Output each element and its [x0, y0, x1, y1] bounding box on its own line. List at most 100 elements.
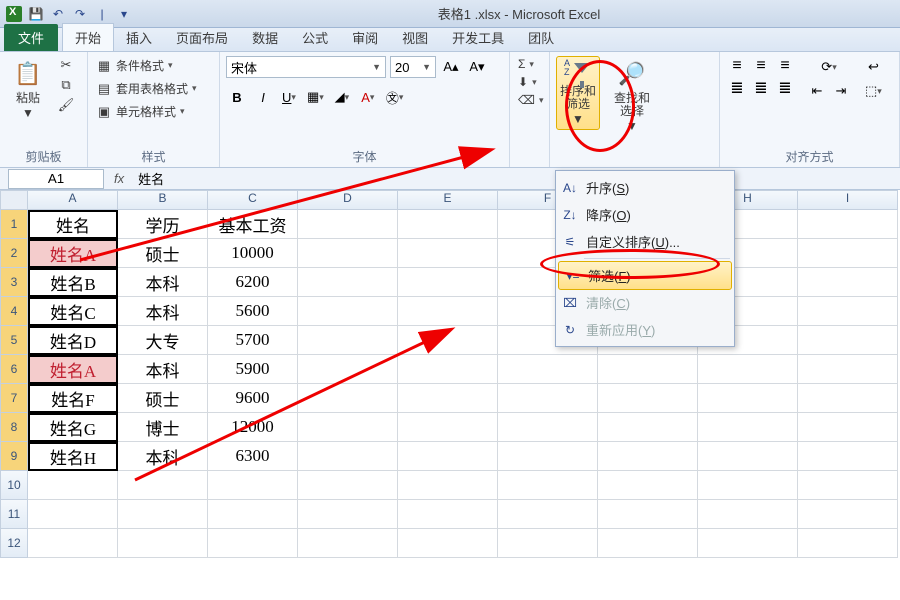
cell[interactable]: [298, 355, 398, 384]
cell[interactable]: [118, 500, 208, 529]
select-all-corner[interactable]: [0, 190, 28, 210]
col-header-I[interactable]: I: [798, 190, 898, 210]
cell[interactable]: [598, 442, 698, 471]
copy-button[interactable]: ⧉: [56, 76, 76, 94]
cell[interactable]: 6200: [208, 268, 298, 297]
increase-font-button[interactable]: A▴: [440, 56, 462, 78]
cell[interactable]: [698, 529, 798, 558]
row-header[interactable]: 8: [0, 413, 28, 442]
cell[interactable]: [298, 384, 398, 413]
align-bottom-button[interactable]: ≡: [774, 56, 796, 76]
cell[interactable]: [298, 471, 398, 500]
cell[interactable]: [398, 326, 498, 355]
tab-file[interactable]: 文件: [4, 24, 58, 51]
row-header[interactable]: 12: [0, 529, 28, 558]
cell[interactable]: [798, 500, 898, 529]
cell[interactable]: [798, 384, 898, 413]
border-button[interactable]: ▦▾: [304, 86, 327, 108]
cell[interactable]: [598, 413, 698, 442]
cell[interactable]: [598, 500, 698, 529]
cell[interactable]: [698, 442, 798, 471]
cell[interactable]: 硕士: [118, 384, 208, 413]
cell[interactable]: [298, 326, 398, 355]
cell[interactable]: 9600: [208, 384, 298, 413]
cell[interactable]: 姓名C: [28, 297, 118, 326]
merge-center-button[interactable]: ⬚▾: [862, 80, 885, 102]
col-header-C[interactable]: C: [208, 190, 298, 210]
cell[interactable]: 5600: [208, 297, 298, 326]
cell[interactable]: [398, 210, 498, 239]
cell[interactable]: [798, 442, 898, 471]
cell[interactable]: [498, 355, 598, 384]
cell[interactable]: [398, 355, 498, 384]
cell[interactable]: [598, 355, 698, 384]
cell[interactable]: [298, 500, 398, 529]
tab-layout[interactable]: 页面布局: [164, 24, 240, 51]
align-right-button[interactable]: ≣: [774, 78, 796, 98]
cell[interactable]: [698, 384, 798, 413]
font-size-select[interactable]: 20▼: [390, 56, 436, 78]
cell[interactable]: [798, 413, 898, 442]
cell[interactable]: [798, 268, 898, 297]
qat-more-icon[interactable]: ▾: [116, 6, 132, 22]
cell-styles-button[interactable]: ▣单元格样式▾: [94, 102, 213, 121]
cell[interactable]: [398, 268, 498, 297]
cell[interactable]: [28, 529, 118, 558]
cell[interactable]: 本科: [118, 268, 208, 297]
row-header[interactable]: 3: [0, 268, 28, 297]
cell[interactable]: [208, 500, 298, 529]
cell[interactable]: [398, 297, 498, 326]
cell[interactable]: [208, 529, 298, 558]
cell[interactable]: 本科: [118, 297, 208, 326]
cell[interactable]: [118, 471, 208, 500]
find-select-button[interactable]: 🔎 查找和选择 ▼: [610, 56, 654, 136]
cell[interactable]: [698, 355, 798, 384]
cell[interactable]: 5700: [208, 326, 298, 355]
clear-button[interactable]: ⌫▾: [516, 92, 543, 108]
col-header-E[interactable]: E: [398, 190, 498, 210]
row-header[interactable]: 1: [0, 210, 28, 239]
cell[interactable]: [298, 210, 398, 239]
redo-icon[interactable]: ↷: [72, 6, 88, 22]
cell[interactable]: [798, 210, 898, 239]
tab-view[interactable]: 视图: [390, 24, 440, 51]
paste-button[interactable]: 📋 粘贴 ▼: [6, 56, 50, 122]
cell[interactable]: 基本工资: [208, 210, 298, 239]
cell[interactable]: [298, 442, 398, 471]
cell[interactable]: 姓名G: [28, 413, 118, 442]
autosum-button[interactable]: Σ▾: [516, 56, 543, 72]
conditional-format-button[interactable]: ▦条件格式▾: [94, 56, 213, 75]
align-top-button[interactable]: ≡: [726, 56, 748, 76]
table-format-button[interactable]: ▤套用表格格式▾: [94, 79, 213, 98]
cell[interactable]: 姓名D: [28, 326, 118, 355]
cell[interactable]: [698, 413, 798, 442]
cell[interactable]: [498, 384, 598, 413]
cell[interactable]: 大专: [118, 326, 208, 355]
cell[interactable]: 本科: [118, 442, 208, 471]
cell[interactable]: [398, 442, 498, 471]
cell[interactable]: [298, 413, 398, 442]
menu-sort-desc[interactable]: Z↓降序(O): [556, 201, 734, 228]
row-header[interactable]: 7: [0, 384, 28, 413]
tab-dev[interactable]: 开发工具: [440, 24, 516, 51]
cell[interactable]: [798, 529, 898, 558]
wrap-text-button[interactable]: ↩: [862, 56, 885, 78]
cell[interactable]: [398, 529, 498, 558]
formula-input[interactable]: 姓名: [134, 169, 900, 188]
cell[interactable]: [298, 529, 398, 558]
cell[interactable]: [598, 384, 698, 413]
decrease-indent-button[interactable]: ⇤: [806, 80, 828, 102]
cell[interactable]: 10000: [208, 239, 298, 268]
cell[interactable]: [498, 529, 598, 558]
cell[interactable]: 姓名A: [28, 355, 118, 384]
cell[interactable]: [298, 297, 398, 326]
cell[interactable]: [298, 268, 398, 297]
row-header[interactable]: 10: [0, 471, 28, 500]
row-header[interactable]: 4: [0, 297, 28, 326]
cell[interactable]: [798, 239, 898, 268]
cell[interactable]: 姓名F: [28, 384, 118, 413]
cell[interactable]: [28, 471, 118, 500]
cell[interactable]: 硕士: [118, 239, 208, 268]
font-color-button[interactable]: A▾: [357, 86, 379, 108]
cell[interactable]: [28, 500, 118, 529]
